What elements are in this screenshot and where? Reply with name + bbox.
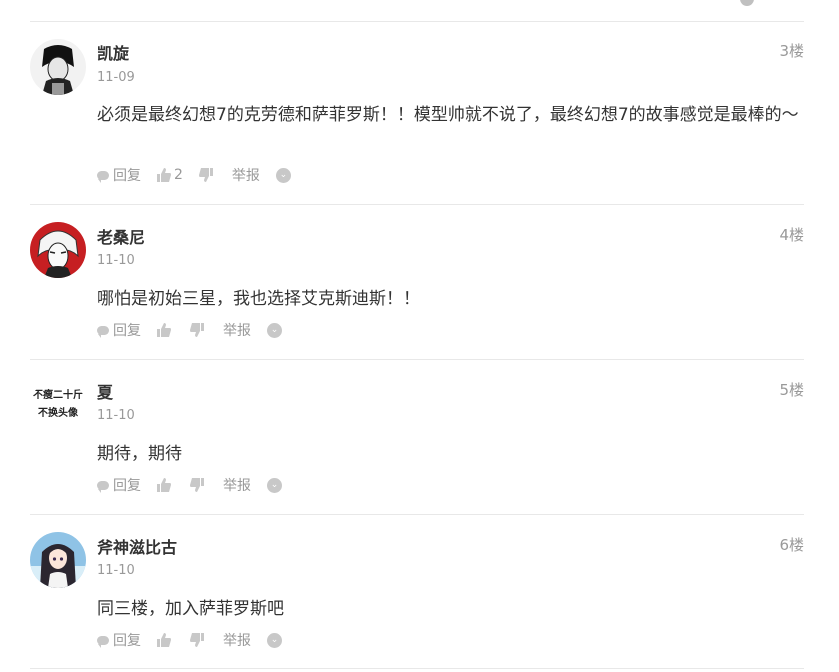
reply-label: 回复 — [113, 633, 141, 649]
like-button[interactable] — [157, 478, 174, 492]
username[interactable]: 凯旋 — [97, 40, 129, 64]
username[interactable]: 老桑尼 — [97, 224, 145, 248]
thumbs-down-icon — [190, 323, 204, 337]
username[interactable]: 夏 — [97, 379, 113, 403]
thumbs-down-icon — [198, 168, 213, 182]
comment-actions: 回复 举报 ⌄ — [97, 321, 298, 339]
report-label: 举报 — [223, 478, 251, 494]
more-button[interactable]: ⌄ — [267, 632, 282, 648]
avatar-text: 不换头像 — [38, 408, 78, 419]
thumbs-down-icon — [190, 633, 204, 647]
chevron-down-icon[interactable] — [740, 0, 754, 6]
thumbs-up-icon — [157, 478, 171, 492]
comment-date: 11-10 — [97, 253, 135, 268]
dislike-button[interactable] — [190, 323, 207, 337]
chevron-down-icon: ⌄ — [267, 477, 282, 493]
divider — [30, 668, 804, 669]
avatar[interactable]: 不瘦二十斤 不换头像 — [30, 379, 86, 435]
comment-text: 必须是最终幻想7的克劳德和萨菲罗斯！！模型帅就不说了，最终幻想7的故事感觉是最棒… — [97, 105, 799, 125]
like-button[interactable] — [157, 633, 174, 647]
thumbs-up-icon — [157, 633, 171, 647]
comment-actions: 回复 2 举报 ⌄ — [97, 166, 307, 184]
reply-button[interactable]: 回复 — [97, 475, 141, 495]
dislike-button[interactable] — [190, 478, 207, 492]
report-button[interactable]: 举报 — [232, 165, 260, 185]
like-count: 2 — [174, 167, 183, 183]
more-button[interactable]: ⌄ — [267, 477, 282, 493]
more-button[interactable]: ⌄ — [275, 167, 291, 183]
floor-number: 5楼 — [779, 381, 804, 399]
report-label: 举报 — [231, 168, 260, 184]
floor-number: 3楼 — [779, 42, 804, 60]
thumbs-up-icon — [157, 168, 171, 182]
avatar[interactable] — [30, 39, 86, 95]
reply-label: 回复 — [113, 478, 141, 494]
avatar-text: 不瘦二十斤 — [33, 390, 83, 401]
reply-icon — [97, 325, 109, 338]
comment-actions: 回复 举报 ⌄ — [97, 476, 298, 494]
comment-text: 期待，期待 — [97, 444, 182, 464]
comment-date: 11-10 — [97, 563, 135, 578]
avatar[interactable] — [30, 532, 86, 588]
chevron-down-icon: ⌄ — [275, 167, 291, 183]
more-button[interactable]: ⌄ — [267, 322, 282, 338]
report-label: 举报 — [223, 323, 251, 339]
comment-actions: 回复 举报 ⌄ — [97, 631, 298, 649]
divider — [30, 359, 804, 360]
reply-label: 回复 — [113, 323, 141, 339]
dislike-button[interactable] — [190, 633, 207, 647]
username[interactable]: 斧神滋比古 — [97, 534, 177, 558]
floor-number: 6楼 — [779, 536, 804, 554]
comment-date: 11-10 — [97, 408, 135, 423]
like-button[interactable] — [157, 323, 174, 337]
comment-text: 哪怕是初始三星，我也选择艾克斯迪斯！！ — [97, 289, 420, 309]
reply-label: 回复 — [113, 168, 141, 184]
top-divider — [30, 21, 804, 22]
divider — [30, 514, 804, 515]
dislike-button[interactable] — [198, 168, 216, 182]
reply-icon — [97, 635, 109, 648]
comment-text: 同三楼，加入萨菲罗斯吧 — [97, 599, 284, 619]
chevron-down-icon: ⌄ — [267, 632, 282, 648]
reply-button[interactable]: 回复 — [97, 320, 141, 340]
report-label: 举报 — [223, 633, 251, 649]
floor-number: 4楼 — [779, 226, 804, 244]
reply-button[interactable]: 回复 — [97, 165, 141, 185]
reply-button[interactable]: 回复 — [97, 630, 141, 650]
like-button[interactable]: 2 — [157, 167, 183, 183]
reply-icon — [97, 170, 109, 183]
report-button[interactable]: 举报 — [223, 475, 251, 495]
report-button[interactable]: 举报 — [223, 320, 251, 340]
divider — [30, 204, 804, 205]
report-button[interactable]: 举报 — [223, 630, 251, 650]
chevron-down-icon: ⌄ — [267, 322, 282, 338]
thumbs-up-icon — [157, 323, 171, 337]
thumbs-down-icon — [190, 478, 204, 492]
comment-date: 11-09 — [97, 70, 135, 85]
avatar[interactable] — [30, 222, 86, 278]
reply-icon — [97, 480, 109, 493]
